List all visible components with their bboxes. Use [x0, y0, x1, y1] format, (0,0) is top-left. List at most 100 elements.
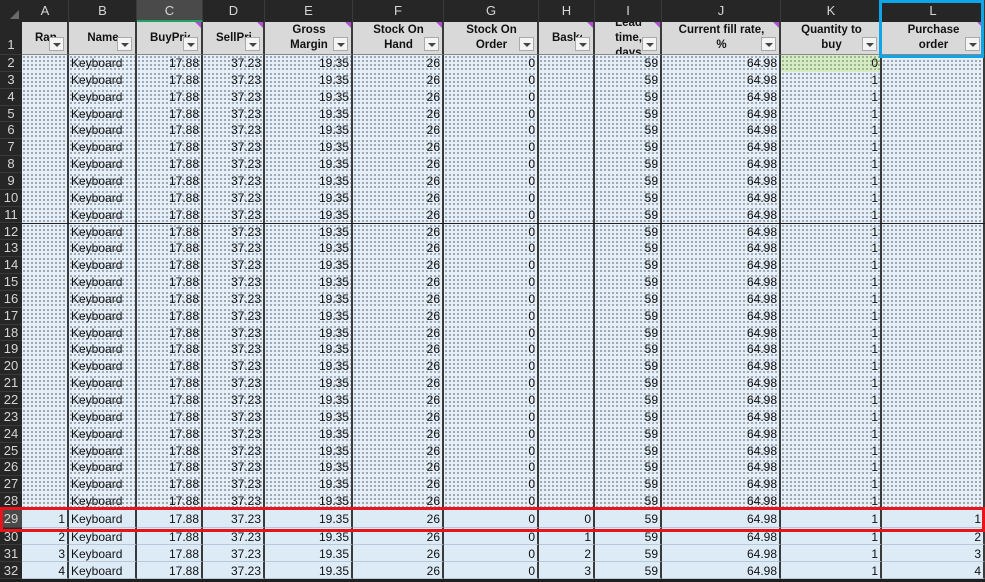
- cell-b32[interactable]: Keyboard: [69, 562, 137, 579]
- cell-b6[interactable]: Keyboard: [69, 122, 137, 140]
- cell-c13[interactable]: 17.88: [137, 240, 203, 258]
- cell-i3[interactable]: 59: [595, 71, 662, 89]
- cell-i6[interactable]: 59: [595, 122, 662, 140]
- cell-g11[interactable]: 0: [444, 206, 539, 224]
- cell-c27[interactable]: 17.88: [137, 476, 203, 494]
- cell-k21[interactable]: 1: [781, 375, 882, 392]
- cell-g32[interactable]: 0: [444, 562, 539, 579]
- cell-g9[interactable]: 0: [444, 172, 539, 190]
- cell-b19[interactable]: Keyboard: [69, 341, 137, 359]
- cell-c32[interactable]: 17.88: [137, 562, 203, 579]
- cell-h23[interactable]: [539, 408, 595, 426]
- row-header-4[interactable]: 4: [0, 88, 22, 106]
- cell-j7[interactable]: 64.98: [662, 139, 781, 157]
- cell-b3[interactable]: Keyboard: [69, 71, 137, 89]
- cell-f10[interactable]: 26: [353, 189, 444, 207]
- cell-f21[interactable]: 26: [353, 375, 444, 392]
- cell-g3[interactable]: 0: [444, 71, 539, 89]
- cell-d21[interactable]: 37.23: [203, 375, 265, 392]
- cell-f20[interactable]: 26: [353, 358, 444, 376]
- cell-g6[interactable]: 0: [444, 122, 539, 140]
- cell-h11[interactable]: [539, 206, 595, 224]
- cell-c26[interactable]: 17.88: [137, 459, 203, 477]
- cell-k32[interactable]: 1: [781, 562, 882, 579]
- cell-d5[interactable]: 37.23: [203, 105, 265, 123]
- cell-a7[interactable]: [22, 139, 69, 157]
- cell-h27[interactable]: [539, 476, 595, 494]
- cell-k12[interactable]: 1: [781, 223, 882, 241]
- cell-d13[interactable]: 37.23: [203, 240, 265, 258]
- cell-a2[interactable]: [22, 55, 69, 72]
- cell-b15[interactable]: Keyboard: [69, 274, 137, 291]
- column-header-j[interactable]: J: [662, 0, 781, 22]
- cell-g25[interactable]: 0: [444, 442, 539, 460]
- cell-k5[interactable]: 1: [781, 105, 882, 123]
- cell-h20[interactable]: [539, 358, 595, 376]
- cell-j9[interactable]: 64.98: [662, 172, 781, 190]
- cell-e5[interactable]: 19.35: [265, 105, 353, 123]
- cell-f8[interactable]: 26: [353, 156, 444, 173]
- cell-k18[interactable]: 1: [781, 324, 882, 342]
- cell-f12[interactable]: 26: [353, 223, 444, 241]
- cell-l26[interactable]: [882, 459, 985, 477]
- cell-a18[interactable]: [22, 324, 69, 342]
- filter-dropdown-icon[interactable]: [575, 37, 590, 51]
- cell-i7[interactable]: 59: [595, 139, 662, 157]
- cell-d7[interactable]: 37.23: [203, 139, 265, 157]
- cell-k27[interactable]: 1: [781, 476, 882, 494]
- cell-l16[interactable]: [882, 290, 985, 308]
- cell-g16[interactable]: 0: [444, 290, 539, 308]
- cell-e25[interactable]: 19.35: [265, 442, 353, 460]
- row-header-11[interactable]: 11: [0, 206, 22, 224]
- cell-e23[interactable]: 19.35: [265, 408, 353, 426]
- cell-c19[interactable]: 17.88: [137, 341, 203, 359]
- cell-f22[interactable]: 26: [353, 392, 444, 409]
- cell-f6[interactable]: 26: [353, 122, 444, 140]
- cell-c7[interactable]: 17.88: [137, 139, 203, 157]
- cell-k24[interactable]: 1: [781, 425, 882, 443]
- cell-a26[interactable]: [22, 459, 69, 477]
- cell-d4[interactable]: 37.23: [203, 88, 265, 106]
- cell-j22[interactable]: 64.98: [662, 392, 781, 409]
- filter-dropdown-icon[interactable]: [183, 37, 198, 51]
- select-all-button[interactable]: [0, 0, 22, 22]
- cell-g22[interactable]: 0: [444, 392, 539, 409]
- cell-l5[interactable]: [882, 105, 985, 123]
- cell-e21[interactable]: 19.35: [265, 375, 353, 392]
- cell-h10[interactable]: [539, 189, 595, 207]
- cell-h13[interactable]: [539, 240, 595, 258]
- cell-h15[interactable]: [539, 274, 595, 291]
- row-header-31[interactable]: 31: [0, 545, 22, 562]
- cell-b8[interactable]: Keyboard: [69, 156, 137, 173]
- cell-k17[interactable]: 1: [781, 307, 882, 325]
- cell-c9[interactable]: 17.88: [137, 172, 203, 190]
- cell-d10[interactable]: 37.23: [203, 189, 265, 207]
- cell-h5[interactable]: [539, 105, 595, 123]
- cell-e11[interactable]: 19.35: [265, 206, 353, 224]
- cell-h19[interactable]: [539, 341, 595, 359]
- cell-a19[interactable]: [22, 341, 69, 359]
- row-header-13[interactable]: 13: [0, 240, 22, 258]
- cell-i18[interactable]: 59: [595, 324, 662, 342]
- cell-d25[interactable]: 37.23: [203, 442, 265, 460]
- filter-dropdown-icon[interactable]: [49, 37, 64, 51]
- column-header-d[interactable]: D: [203, 0, 265, 22]
- cell-a11[interactable]: [22, 206, 69, 224]
- cell-h31[interactable]: 2: [539, 545, 595, 562]
- cell-e18[interactable]: 19.35: [265, 324, 353, 342]
- cell-l25[interactable]: [882, 442, 985, 460]
- cell-h26[interactable]: [539, 459, 595, 477]
- column-header-k[interactable]: K: [781, 0, 882, 22]
- cell-f32[interactable]: 26: [353, 562, 444, 579]
- cell-k16[interactable]: 1: [781, 290, 882, 308]
- cell-l15[interactable]: [882, 274, 985, 291]
- cell-g24[interactable]: 0: [444, 425, 539, 443]
- cell-e3[interactable]: 19.35: [265, 71, 353, 89]
- cell-f13[interactable]: 26: [353, 240, 444, 258]
- cell-f31[interactable]: 26: [353, 545, 444, 562]
- cell-f24[interactable]: 26: [353, 425, 444, 443]
- cell-b7[interactable]: Keyboard: [69, 139, 137, 157]
- cell-d12[interactable]: 37.23: [203, 223, 265, 241]
- filter-dropdown-icon[interactable]: [642, 37, 657, 51]
- cell-b10[interactable]: Keyboard: [69, 189, 137, 207]
